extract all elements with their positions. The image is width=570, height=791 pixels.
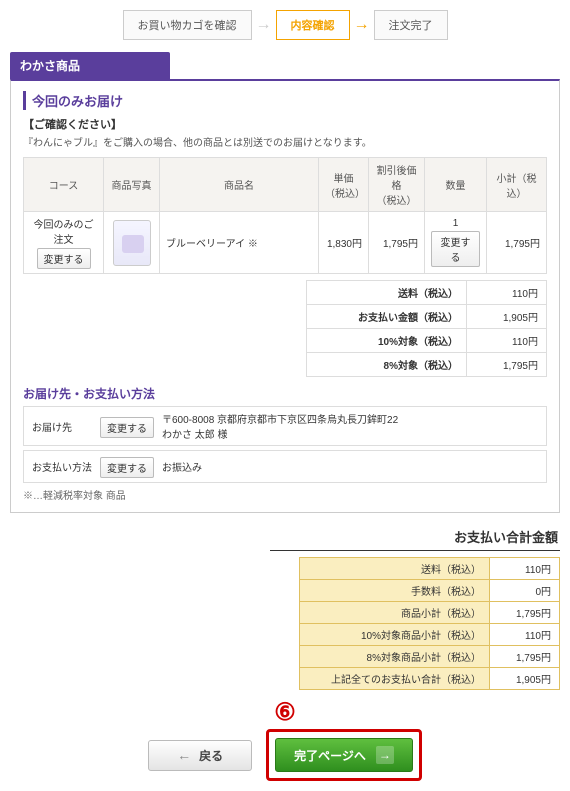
arrow-left-icon: ← [177, 747, 191, 763]
total-label: 10%対象（税込） [307, 329, 467, 353]
col-subtotal: 小計（税込） [487, 158, 547, 212]
order-table: コース 商品写真 商品名 単価 （税込） 割引後価格 （税込） 数量 小計（税込… [23, 157, 547, 274]
ship-to-value: 〒600-8008 京都府京都市下京区四条烏丸長刀鉾町22 わかさ 太郎 様 [162, 411, 538, 441]
step-cart: お買い物カゴを確認 [123, 10, 252, 40]
button-row: ← 戻る 完了ページへ → [10, 729, 560, 781]
note-body: 『わんにゃブル』をご購入の場合、他の商品とは別送でのお届けとなります。 [23, 134, 547, 149]
complete-button-label: 完了ページへ [294, 747, 366, 764]
tax-footnote: ※…軽減税率対象 商品 [23, 487, 547, 502]
change-address-button[interactable]: 変更する [100, 417, 154, 438]
total-label: 送料（税込） [307, 281, 467, 305]
total-value: 1,795円 [467, 353, 547, 377]
totals-table: 送料（税込）110円お支払い金額（税込）1,905円10%対象（税込）110円8… [23, 280, 547, 377]
arrow-icon: → [256, 16, 272, 34]
total-label: 8%対象（税込） [307, 353, 467, 377]
total-value: 110円 [467, 329, 547, 353]
arrow-icon: → [354, 16, 370, 34]
col-unit: 単価 （税込） [319, 158, 369, 212]
col-name: 商品名 [160, 158, 319, 212]
pay-row-value: 1,905円 [490, 668, 560, 690]
step-complete: 注文完了 [374, 10, 448, 40]
pay-row-value: 1,795円 [490, 646, 560, 668]
col-qty: 数量 [425, 158, 487, 212]
pay-row-value: 0円 [490, 580, 560, 602]
step-confirm: 内容確認 [276, 10, 350, 40]
highlight-box: 完了ページへ → [266, 729, 422, 781]
back-button[interactable]: ← 戻る [148, 740, 252, 771]
pay-method-row: お支払い方法 変更する お振込み [23, 450, 547, 483]
pay-row-label: 10%対象商品小計（税込） [300, 624, 490, 646]
disc-price: 1,795円 [369, 212, 425, 274]
ship-to-label: お届け先 [32, 419, 92, 434]
product-name: ブルーベリーアイ ※ [160, 212, 319, 274]
row-subtotal: 1,795円 [487, 212, 547, 274]
course-text: 今回のみのご注文 [30, 216, 97, 246]
unit-price: 1,830円 [319, 212, 369, 274]
section-title: わかさ商品 [10, 52, 170, 79]
table-row: 今回のみのご注文 変更する ブルーベリーアイ ※ 1,830円 1,795円 1… [24, 212, 547, 274]
change-qty-button[interactable]: 変更する [431, 231, 480, 267]
ship-to-row: お届け先 変更する 〒600-8008 京都府京都市下京区四条烏丸長刀鉾町22 … [23, 406, 547, 446]
pay-row-label: 8%対象商品小計（税込） [300, 646, 490, 668]
col-course: コース [24, 158, 104, 212]
col-disc: 割引後価格 （税込） [369, 158, 425, 212]
col-photo: 商品写真 [104, 158, 160, 212]
complete-button[interactable]: 完了ページへ → [275, 738, 413, 772]
progress-steps: お買い物カゴを確認 → 内容確認 → 注文完了 [10, 10, 560, 40]
product-thumbnail [113, 220, 151, 266]
change-payment-button[interactable]: 変更する [100, 457, 154, 478]
ship-title: お届け先・お支払い方法 [23, 385, 547, 402]
total-value: 110円 [467, 281, 547, 305]
pay-row-value: 1,795円 [490, 602, 560, 624]
pay-row-label: 上記全てのお支払い合計（税込） [300, 668, 490, 690]
note-heading: 【ご確認ください】 [23, 116, 547, 132]
arrow-right-icon: → [376, 746, 394, 764]
pay-row-label: 手数料（税込） [300, 580, 490, 602]
order-section: 今回のみお届け 【ご確認ください】 『わんにゃブル』をご購入の場合、他の商品とは… [10, 79, 560, 513]
total-label: お支払い金額（税込） [307, 305, 467, 329]
pay-row-label: 商品小計（税込） [300, 602, 490, 624]
pay-row-value: 110円 [490, 624, 560, 646]
payment-table: 送料（税込）110円手数料（税込）0円商品小計（税込）1,795円10%対象商品… [299, 557, 560, 690]
pay-row-label: 送料（税込） [300, 558, 490, 580]
back-button-label: 戻る [199, 747, 223, 764]
delivery-title: 今回のみお届け [23, 91, 547, 110]
qty-value: 1 [431, 218, 480, 229]
pay-method-value: お振込み [162, 459, 538, 474]
pay-method-label: お支払い方法 [32, 459, 92, 474]
total-value: 1,905円 [467, 305, 547, 329]
callout-number: ⑥ [10, 698, 560, 727]
payment-total-title: お支払い合計金額 [270, 527, 560, 546]
change-course-button[interactable]: 変更する [37, 248, 91, 269]
pay-row-value: 110円 [490, 558, 560, 580]
